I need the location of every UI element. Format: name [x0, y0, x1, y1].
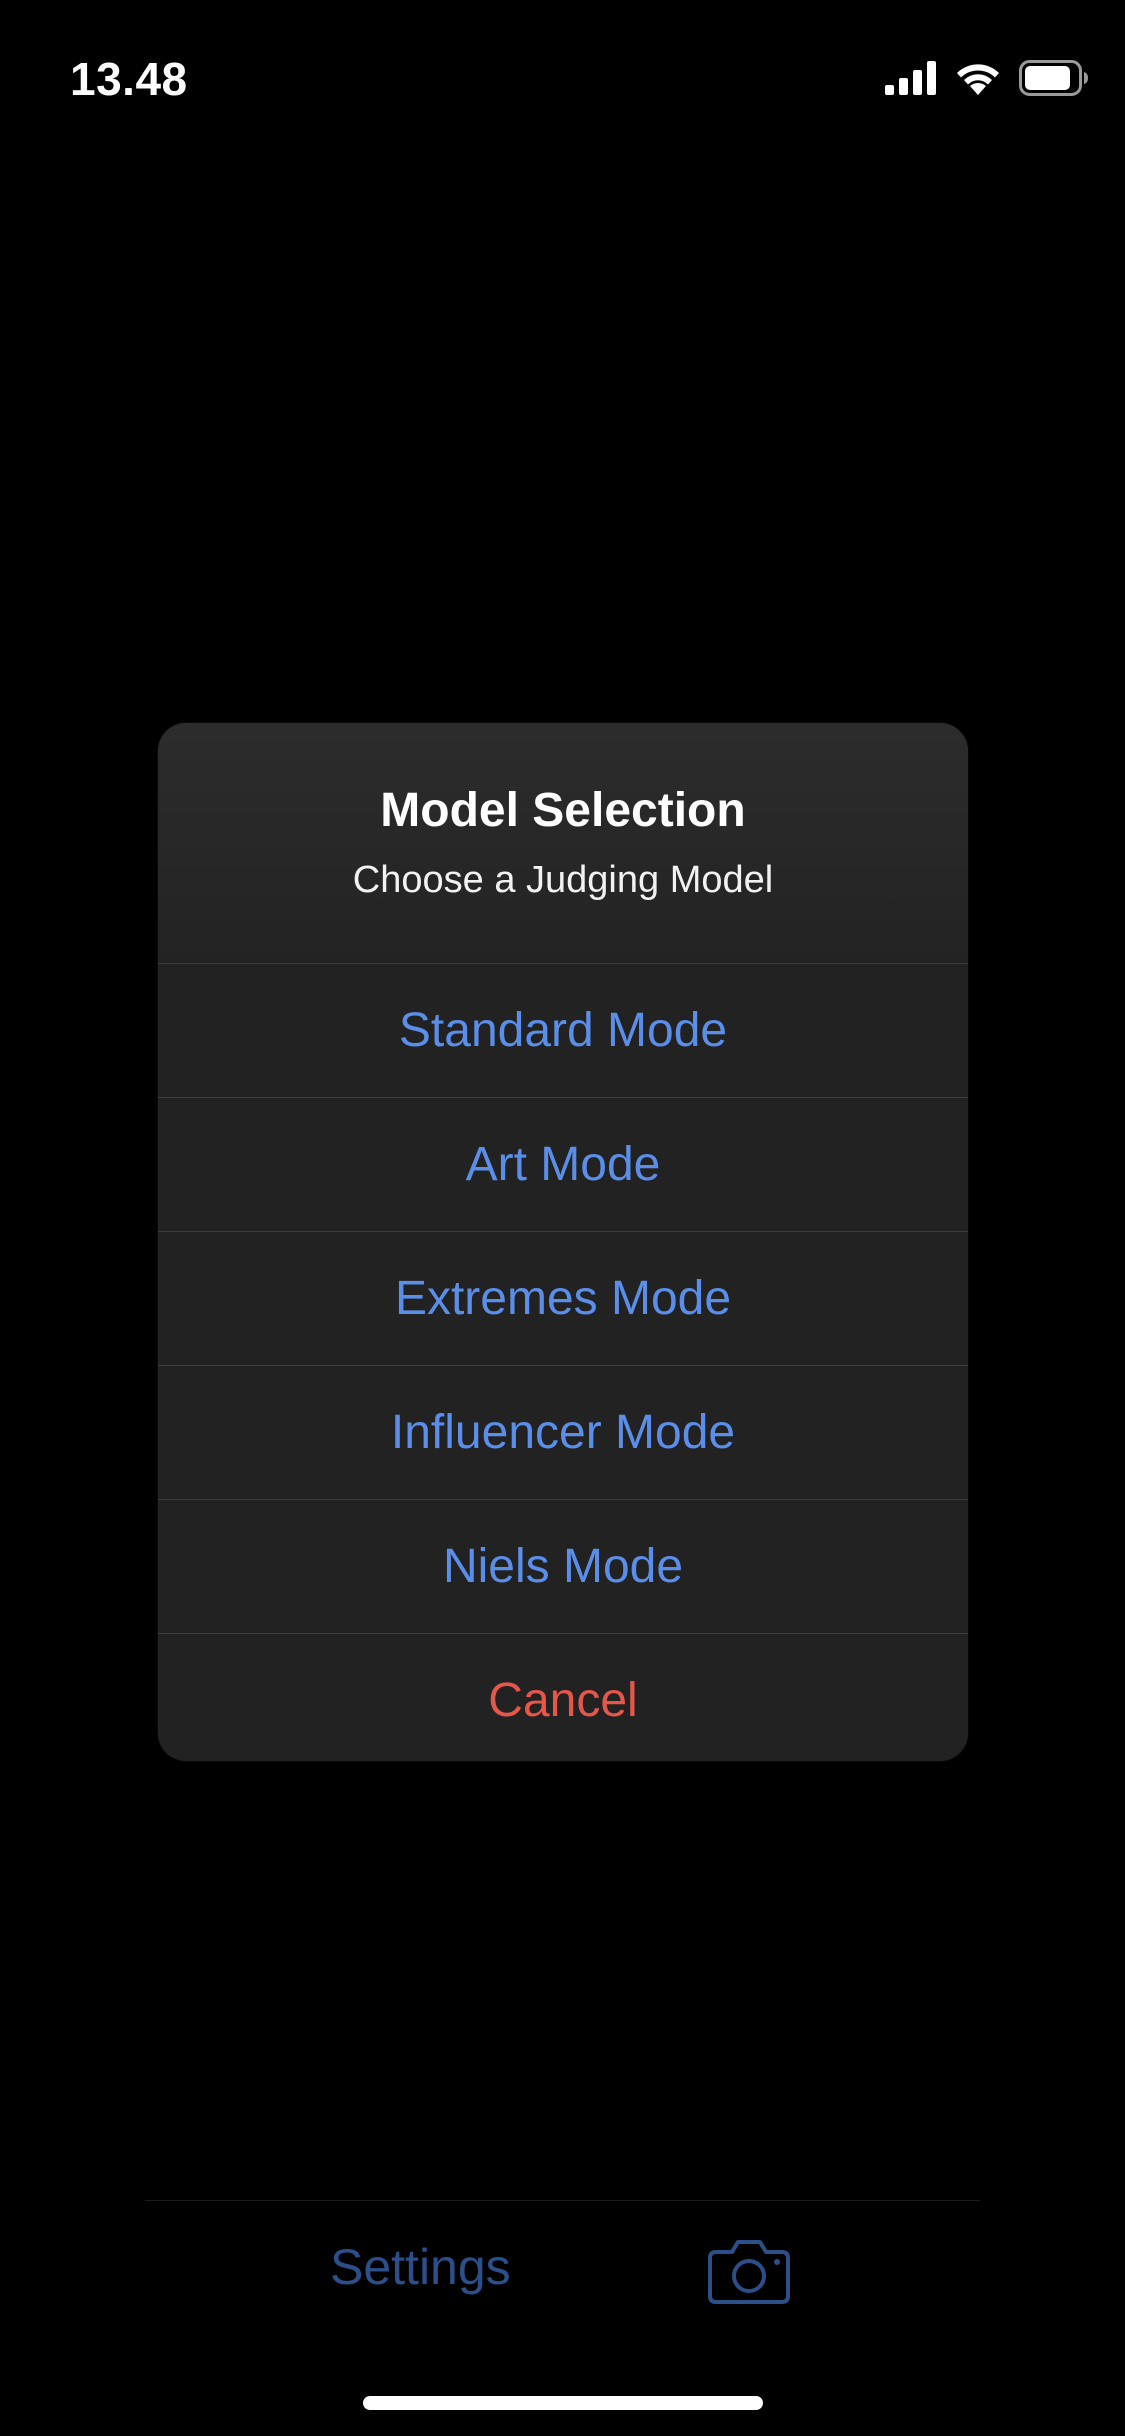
- home-indicator[interactable]: [363, 2396, 763, 2410]
- settings-button[interactable]: Settings: [330, 2238, 511, 2296]
- niels-mode-button[interactable]: Niels Mode: [158, 1499, 968, 1633]
- toolbar-divider: [145, 2200, 980, 2201]
- camera-button[interactable]: [706, 2238, 792, 2304]
- cellular-signal-icon: [885, 60, 937, 100]
- status-icons: [885, 59, 1089, 101]
- status-time: 13.48: [70, 53, 188, 105]
- camera-icon: [706, 2240, 792, 2308]
- status-bar: 13.48: [0, 0, 1125, 140]
- cancel-button[interactable]: Cancel: [158, 1633, 968, 1761]
- bottom-toolbar: Settings: [0, 2200, 1125, 2340]
- alert-title: Model Selection: [380, 784, 746, 837]
- art-mode-button[interactable]: Art Mode: [158, 1097, 968, 1231]
- influencer-mode-button[interactable]: Influencer Mode: [158, 1365, 968, 1499]
- wifi-icon: [955, 61, 1001, 100]
- model-selection-alert: Model Selection Choose a Judging Model S…: [158, 723, 968, 1761]
- alert-message: Choose a Judging Model: [352, 859, 774, 901]
- battery-icon: [1019, 59, 1089, 101]
- alert-header: Model Selection Choose a Judging Model: [158, 723, 968, 963]
- standard-mode-button[interactable]: Standard Mode: [158, 963, 968, 1097]
- extremes-mode-button[interactable]: Extremes Mode: [158, 1231, 968, 1365]
